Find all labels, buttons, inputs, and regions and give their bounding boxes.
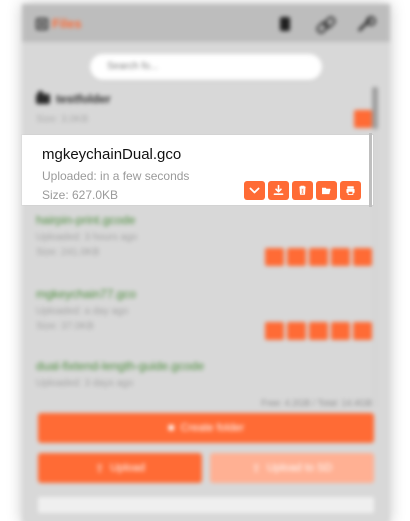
folder-row[interactable]: testfolder Size: 3.0KB — [36, 91, 372, 130]
file-uploaded: Uploaded: 3 days ago — [36, 378, 134, 389]
upload-to-sd-button[interactable]: ⇪ Upload to SD — [210, 453, 374, 483]
file-actions — [265, 248, 372, 266]
storage-stats: Free: 4.2GB / Total: 14.4GB — [261, 398, 372, 408]
folder-open-icon — [322, 187, 331, 195]
create-folder-button[interactable]: ■ Create folder — [38, 413, 374, 443]
list-item[interactable]: hairpin-print.gcode Uploaded: 3 hours ag… — [36, 213, 372, 266]
print-button[interactable] — [340, 181, 361, 200]
toolbar-icons — [274, 13, 376, 35]
expand-button[interactable] — [244, 181, 265, 200]
file-actions — [244, 181, 361, 200]
upload-label: Upload — [110, 462, 146, 474]
expand-button[interactable] — [265, 322, 284, 340]
print-button[interactable] — [353, 248, 372, 266]
upload-to-sd-label: Upload to SD — [266, 462, 333, 474]
trash-icon — [299, 185, 306, 195]
app-title: Files — [52, 16, 82, 31]
upload-icon: ⇪ — [251, 462, 261, 475]
download-button[interactable] — [287, 322, 306, 340]
top-toolbar: Files — [22, 4, 390, 42]
expand-button[interactable] — [265, 248, 284, 266]
download-button[interactable] — [287, 248, 306, 266]
file-uploaded: Uploaded: a day ago — [36, 306, 129, 317]
wrench-icon[interactable] — [354, 13, 376, 35]
file-icon[interactable] — [274, 13, 296, 35]
folder-size: Size: 3.0KB — [36, 114, 89, 125]
download-button[interactable] — [268, 181, 289, 200]
upload-actions: ⇪ Upload ⇪ Upload to SD — [38, 453, 374, 483]
load-button[interactable] — [316, 181, 337, 200]
folder-name: testfolder — [56, 92, 111, 106]
download-icon — [273, 184, 284, 195]
scrollbar-thumb[interactable] — [372, 87, 378, 129]
link-icon[interactable] — [314, 13, 336, 35]
chevron-down-icon — [249, 187, 260, 194]
load-button[interactable] — [331, 248, 350, 266]
brand-area[interactable]: Files — [36, 16, 82, 31]
focused-file-row[interactable]: mgkeychainDual.gco Uploaded: in a few se… — [22, 135, 373, 205]
upload-button[interactable]: ⇪ Upload — [38, 453, 202, 483]
file-actions — [265, 322, 372, 340]
file-name: mgkeychain77.gco — [36, 287, 137, 301]
brand-icon — [36, 17, 48, 30]
file-name: dual-fixtend-length-guide.gcode — [36, 359, 205, 373]
list-item[interactable]: dual-fixtend-length-guide.gcode Uploaded… — [36, 359, 372, 393]
blurred-panel: Files Search fo... testfolder Size: 3.0K… — [22, 4, 390, 521]
folder-action-button[interactable] — [354, 110, 372, 128]
file-name: mgkeychainDual.gco — [42, 146, 182, 163]
create-folder-label: Create folder — [180, 422, 245, 434]
folder-icon: ■ — [167, 422, 175, 434]
load-button[interactable] — [331, 322, 350, 340]
search-field[interactable]: Search fo... — [90, 54, 322, 80]
delete-button[interactable] — [292, 181, 313, 200]
print-button[interactable] — [353, 322, 372, 340]
file-uploaded: Uploaded: 3 hours ago — [36, 232, 138, 243]
upload-icon: ⇪ — [94, 462, 105, 475]
folder-title-row: testfolder — [36, 91, 368, 106]
delete-button[interactable] — [309, 322, 328, 340]
list-item[interactable]: mgkeychain77.gco Uploaded: a day ago Siz… — [36, 287, 372, 340]
printer-icon — [346, 186, 355, 196]
file-name: hairpin-print.gcode — [36, 213, 136, 227]
search-placeholder: Search fo... — [107, 61, 159, 72]
folder-icon — [36, 91, 50, 104]
focus-edge-shadow — [369, 133, 372, 207]
bottom-progress-area — [38, 497, 374, 513]
delete-button[interactable] — [309, 248, 328, 266]
file-browser-screenshot: Files Search fo... testfolder Size: 3.0K… — [0, 0, 410, 521]
